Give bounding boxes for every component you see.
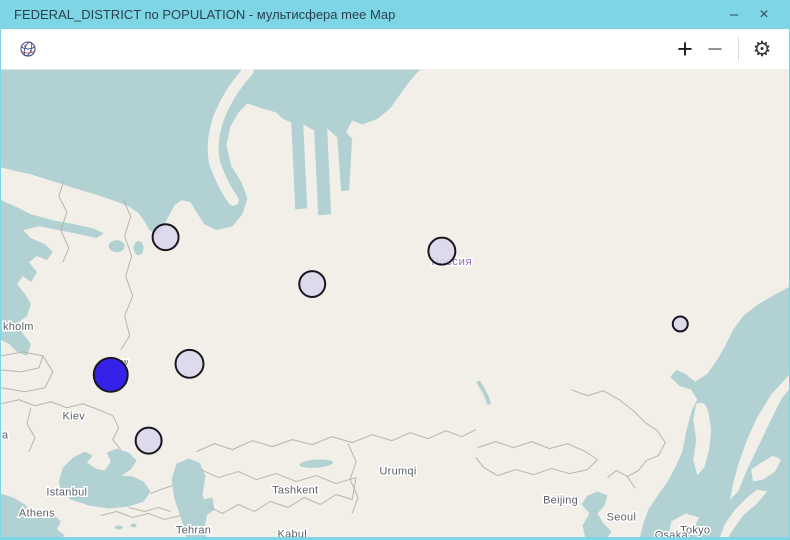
lake-onega: [134, 241, 144, 255]
city-label: Tehran: [176, 524, 211, 536]
bubble-7[interactable]: [136, 428, 162, 454]
titlebar[interactable]: FEDERAL_DISTRICT по POPULATION - мультис…: [1, 0, 789, 29]
city-label: Seoul: [607, 511, 637, 523]
city-label: Istanbul: [46, 487, 87, 499]
toolbar-divider: [738, 37, 739, 61]
toolbar: + − ⚙: [1, 29, 789, 69]
bubble-4[interactable]: [673, 316, 688, 331]
city-label: Kiev: [63, 411, 86, 423]
city-label: Beijing: [543, 494, 578, 506]
city-label: Tashkent: [272, 485, 318, 497]
app-window: FEDERAL_DISTRICT по POPULATION - мультис…: [0, 0, 790, 540]
lake-ladoga: [109, 240, 125, 252]
map-svg: kholm Kiev Istanbul Athens Tehran Tashkent Kab…: [1, 69, 789, 537]
close-button[interactable]: ×: [749, 0, 779, 29]
zoom-out-button[interactable]: −: [700, 34, 730, 64]
globe-icon[interactable]: [13, 34, 43, 64]
settings-gear-icon[interactable]: ⚙: [747, 34, 777, 64]
bubble-6[interactable]: [94, 358, 128, 392]
city-label: kholm: [3, 321, 34, 333]
city-label: Kabul: [277, 528, 307, 537]
bubble-5[interactable]: [176, 350, 204, 378]
minimize-button[interactable]: –: [719, 0, 749, 29]
bubble-2[interactable]: [299, 271, 325, 297]
city-label: Urumqi: [379, 466, 416, 478]
turkey-lake: [115, 525, 123, 529]
city-label: Athens: [19, 507, 55, 519]
bubble-3[interactable]: [428, 238, 455, 265]
city-label: Osaka: [655, 529, 689, 537]
window-title: FEDERAL_DISTRICT по POPULATION - мультис…: [14, 7, 719, 22]
city-label: a: [2, 430, 9, 442]
bubble-1[interactable]: [153, 224, 179, 250]
map-canvas[interactable]: kholm Kiev Istanbul Athens Tehran Tashkent Kab…: [1, 69, 789, 537]
zoom-in-button[interactable]: +: [670, 34, 700, 64]
turkey-lake-2: [131, 523, 137, 527]
